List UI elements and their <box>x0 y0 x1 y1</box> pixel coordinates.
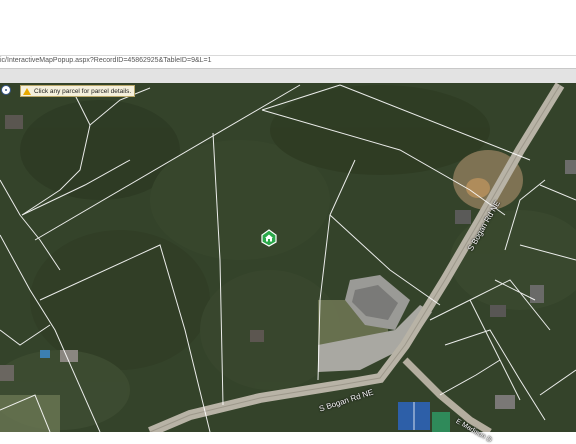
house <box>5 115 23 129</box>
warning-icon <box>23 87 31 95</box>
url-text[interactable]: ic/InteractiveMapPopup.aspx?RecordID=458… <box>0 57 212 64</box>
house <box>60 350 78 362</box>
address-bar[interactable]: ic/InteractiveMapPopup.aspx?RecordID=458… <box>0 55 576 69</box>
parcel-hint-banner: Click any parcel for parcel details. <box>20 85 136 97</box>
crosshair-icon[interactable] <box>1 85 11 95</box>
home-marker-icon[interactable] <box>261 229 277 247</box>
aerial-imagery <box>0 83 576 432</box>
toolbar-band <box>0 69 576 83</box>
parcel-hint-text: Click any parcel for parcel details. <box>34 87 132 95</box>
aerial-map[interactable] <box>0 83 576 432</box>
page-top-blank <box>0 0 576 55</box>
